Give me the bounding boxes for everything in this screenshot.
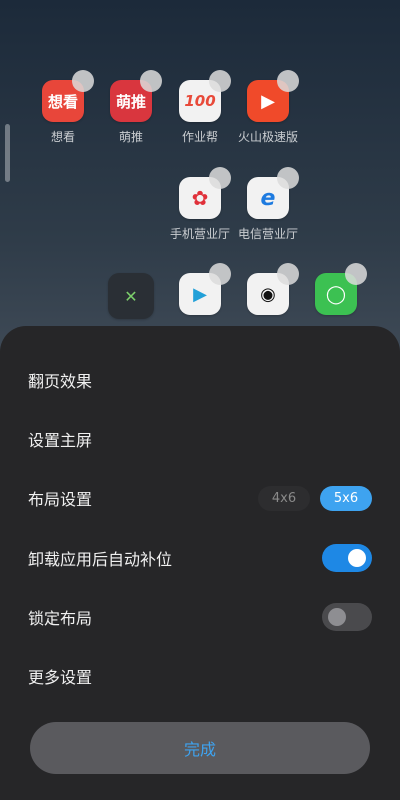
toggle-knob bbox=[348, 549, 366, 567]
app-video-icon: ▶ bbox=[179, 263, 231, 315]
app-unicom-icon: ✿ bbox=[179, 167, 231, 219]
app-icon-huoshan[interactable]: ▶ 火山极速版 bbox=[228, 70, 308, 145]
menu-item-label: 更多设置 bbox=[28, 668, 93, 687]
layout-option-5x6[interactable]: 5x6 bbox=[320, 485, 372, 511]
app-icon-dianxin-yingyeting[interactable]: e 电信营业厅 bbox=[228, 167, 308, 242]
remove-badge-icon[interactable] bbox=[345, 263, 367, 285]
menu-item-label: 卸载应用后自动补位 bbox=[28, 550, 173, 569]
app-label: 火山极速版 bbox=[237, 130, 298, 144]
menu-item-set-home[interactable]: 设置主屏 bbox=[28, 419, 372, 459]
app-telecom-icon: e bbox=[247, 167, 299, 219]
app-close-circle-icon: ✕ bbox=[108, 273, 154, 319]
menu-item-page-effect[interactable]: 翻页效果 bbox=[28, 360, 372, 400]
auto-fill-toggle[interactable] bbox=[322, 544, 372, 572]
app-label: 电信营业厅 bbox=[237, 227, 298, 241]
menu-item-label: 锁定布局 bbox=[28, 609, 93, 628]
app-zuoyebang-icon: 100 bbox=[179, 70, 231, 122]
app-label: 萌推 bbox=[118, 130, 143, 144]
menu-item-lock-layout: 锁定布局 bbox=[28, 597, 372, 637]
remove-badge-icon[interactable] bbox=[277, 167, 299, 189]
menu-item-auto-fill: 卸载应用后自动补位 bbox=[28, 538, 372, 578]
menu-item-label: 翻页效果 bbox=[28, 372, 93, 391]
menu-item-label: 布局设置 bbox=[28, 490, 93, 509]
app-mengtui-icon: 萌推 bbox=[110, 70, 162, 122]
remove-badge-icon[interactable] bbox=[140, 70, 162, 92]
remove-badge-icon[interactable] bbox=[277, 70, 299, 92]
app-huoshan-icon: ▶ bbox=[247, 70, 299, 122]
toggle-knob bbox=[328, 608, 346, 626]
app-wechat-icon: ◯ bbox=[315, 263, 367, 315]
app-icon-wechat[interactable]: ◯ bbox=[296, 263, 376, 315]
lock-layout-toggle[interactable] bbox=[322, 603, 372, 631]
scroll-handle[interactable] bbox=[5, 124, 10, 182]
menu-item-more-settings[interactable]: 更多设置 bbox=[28, 656, 372, 696]
app-qq-icon: ◉ bbox=[247, 263, 299, 315]
done-button[interactable]: 完成 bbox=[30, 722, 370, 774]
layout-option-4x6[interactable]: 4x6 bbox=[258, 485, 310, 511]
app-icon-dark[interactable]: ✕ bbox=[91, 273, 171, 319]
menu-item-layout: 布局设置 4x6 5x6 bbox=[28, 478, 372, 518]
menu-item-label: 设置主屏 bbox=[28, 431, 93, 450]
app-icon-mengtui[interactable]: 萌推 萌推 bbox=[91, 70, 171, 145]
app-xiangkan-icon: 想看 bbox=[42, 70, 94, 122]
layout-selector: 4x6 5x6 bbox=[258, 485, 372, 511]
